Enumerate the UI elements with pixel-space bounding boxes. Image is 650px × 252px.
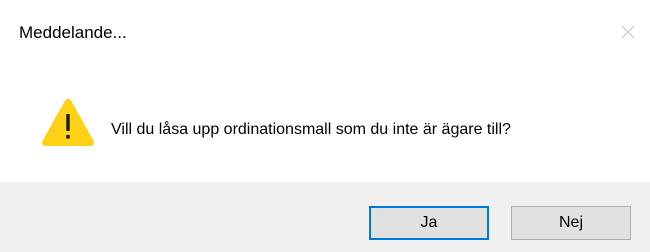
title-bar: Meddelande...: [0, 0, 650, 66]
close-button[interactable]: [606, 14, 650, 50]
yes-button[interactable]: Ja: [369, 206, 489, 240]
dialog-title: Meddelande...: [19, 23, 127, 42]
warning-icon: [42, 99, 94, 146]
button-bar: Ja Nej: [0, 182, 650, 252]
no-button[interactable]: Nej: [511, 206, 631, 240]
close-icon: [621, 25, 635, 39]
dialog-message: Vill du låsa upp ordinationsmall som du …: [111, 121, 511, 138]
dialog-content: Vill du låsa upp ordinationsmall som du …: [0, 66, 650, 182]
message-dialog: Meddelande... Vill du låsa upp ordinatio…: [0, 0, 650, 252]
